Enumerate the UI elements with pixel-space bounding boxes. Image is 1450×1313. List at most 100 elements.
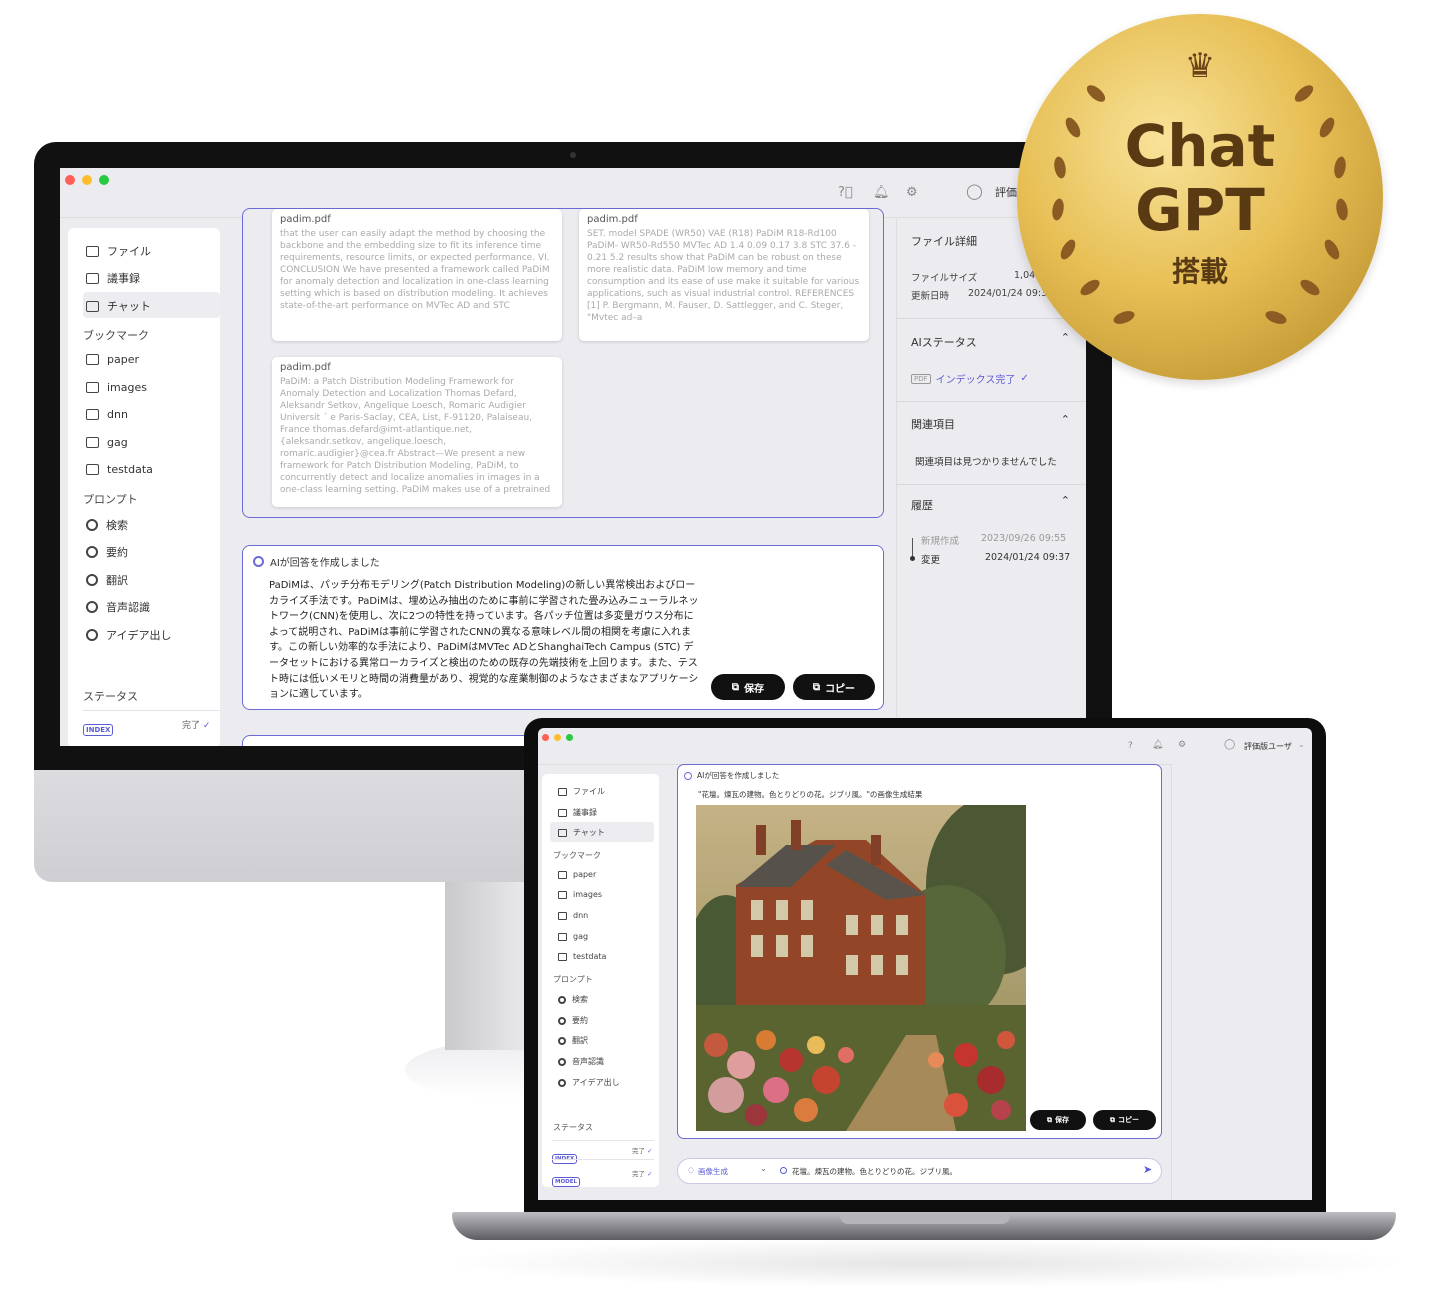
result-card[interactable]: padim.pdf PaDiM: a Patch Distribution Mo… [272, 357, 562, 507]
ai-status-heading: AIステータス [911, 336, 977, 349]
prompt-summary[interactable]: 要約 [86, 544, 128, 560]
ring-icon [558, 1036, 566, 1045]
ring-icon [86, 519, 98, 531]
sidebar-item-chat[interactable]: チャット [558, 827, 605, 838]
image-mode-icon: ◌ [688, 1166, 695, 1174]
bookmark-paper[interactable]: paper [558, 870, 596, 879]
search-results-panel: padim.pdf that the user can easily adapt… [242, 208, 884, 518]
chat-main: padim.pdf that the user can easily adapt… [242, 208, 886, 746]
ring-icon [558, 995, 566, 1004]
generated-image[interactable] [696, 805, 1026, 1131]
gear-icon[interactable]: ⚙ [1178, 740, 1186, 750]
save-button[interactable]: ⧉ 保存 [1030, 1110, 1086, 1130]
result-snippet: that the user can easily adapt the metho… [280, 229, 550, 311]
close-window-button[interactable] [542, 734, 549, 741]
status-heading: ステータス [83, 690, 138, 703]
chevron-up-icon[interactable]: ⌃ [1061, 413, 1070, 426]
sidebar-item-minutes[interactable]: 議事録 [86, 270, 140, 286]
history-heading: 履歴 [911, 499, 933, 512]
result-title: padim.pdf [587, 214, 638, 225]
minimize-window-button[interactable] [82, 175, 92, 185]
status-model-value: 完了 ✓ [632, 1168, 653, 1178]
ring-icon [86, 629, 98, 641]
ring-icon [86, 546, 98, 558]
copy-button[interactable]: ⧉ コピー [1093, 1110, 1156, 1130]
folder-icon [558, 932, 567, 941]
folder-icon [86, 409, 99, 420]
chat-icon [558, 828, 567, 837]
bookmark-gag[interactable]: gag [86, 436, 128, 449]
maximize-window-button[interactable] [99, 175, 109, 185]
divider [897, 401, 1086, 402]
bookmark-paper[interactable]: paper [86, 353, 139, 366]
sidebar-item-chat[interactable]: チャット [86, 298, 151, 314]
bell-icon[interactable]: 🔔︎ [873, 185, 890, 200]
bookmark-testdata[interactable]: testdata [86, 463, 153, 476]
gear-icon[interactable]: ⚙ [906, 185, 918, 200]
prompt-search[interactable]: 検索 [86, 517, 128, 533]
divider [83, 710, 220, 711]
status-value: 完了 [632, 1147, 645, 1155]
chat-input[interactable]: 花壇。煉瓦の建物。色とりどりの花。ジブリ風。 [792, 1166, 957, 1177]
bookmark-testdata[interactable]: testdata [558, 952, 606, 961]
prompt-speech-recognition[interactable]: 音声認識 [558, 1056, 604, 1067]
prompt-label: 要約 [106, 546, 128, 559]
laptop-sidebar: ファイル 議事録 チャット ブックマーク paper images dnn ga… [542, 774, 659, 1187]
bookmark-dnn[interactable]: dnn [86, 408, 128, 421]
save-button[interactable]: ⧉ 保存 [711, 674, 785, 700]
sidebar-item-file[interactable]: ファイル [558, 786, 605, 797]
chevron-up-icon[interactable]: ⌃ [1061, 331, 1070, 344]
maximize-window-button[interactable] [566, 734, 573, 741]
bell-icon[interactable]: 🔔︎ [1152, 740, 1163, 750]
copy-button[interactable]: ⧉ コピー [793, 674, 875, 700]
desktop-app-window: ?⃝ 🔔︎ ⚙ ◯ 評価版 ファイル 議事録 チャット ブックマーク paper… [60, 168, 1086, 746]
bookmark-label: paper [107, 353, 139, 366]
bookmark-label: dnn [573, 911, 589, 920]
prompt-speech-recognition[interactable]: 音声認識 [86, 599, 150, 615]
index-badge: INDEX [83, 724, 114, 736]
bookmark-label: images [107, 381, 147, 394]
sidebar-item-minutes[interactable]: 議事録 [558, 807, 597, 818]
chatgpt-badge: ♛ Chat GPT 搭載 [1017, 14, 1383, 380]
updated-label: 更新日時 [911, 291, 950, 302]
ai-answer-heading-text: AIが回答を作成しました [270, 558, 380, 569]
timeline-line [912, 538, 913, 556]
timeline-dot [910, 556, 915, 561]
laptop-details-panel [1171, 764, 1312, 1200]
prompt-ideation[interactable]: アイデア出し [86, 627, 171, 643]
help-icon[interactable]: ? [1128, 741, 1133, 751]
status-value: 完了 [632, 1170, 645, 1178]
divider [552, 1140, 654, 1141]
prompt-translate[interactable]: 翻訳 [86, 572, 128, 588]
result-card[interactable]: padim.pdf that the user can easily adapt… [272, 209, 562, 341]
status-index-value: 完了 ✓ [182, 718, 210, 731]
result-card[interactable]: padim.pdf SET. model SPADE (WR50) VAE (R… [579, 209, 869, 341]
bookmark-gag[interactable]: gag [558, 932, 588, 941]
folder-icon [558, 870, 567, 879]
bookmark-images[interactable]: images [86, 381, 147, 394]
chat-input-bar[interactable]: ◌ 画像生成 ⌄ 花壇。煉瓦の建物。色とりどりの花。ジブリ風。 ➤ [677, 1158, 1162, 1184]
sidebar-item-file[interactable]: ファイル [86, 243, 151, 259]
user-avatar-icon[interactable]: ◯ [966, 182, 983, 200]
file-details-heading: ファイル詳細 [911, 235, 977, 248]
prompts-heading: プロンプト [553, 975, 593, 984]
imac-camera [570, 152, 576, 158]
prompt-translate[interactable]: 翻訳 [558, 1035, 588, 1046]
chevron-down-icon[interactable]: ⌄ [760, 1164, 767, 1173]
prompt-search[interactable]: 検索 [558, 994, 588, 1005]
help-icon[interactable]: ?⃝ [838, 185, 853, 200]
chevron-up-icon[interactable]: ⌃ [1061, 494, 1070, 507]
prompt-summary[interactable]: 要約 [558, 1015, 588, 1026]
close-window-button[interactable] [65, 175, 75, 185]
ai-answer-card: AIが回答を作成しました PaDiMは、パッチ分布モデリング(Patch Dis… [242, 545, 884, 710]
prompt-ideation[interactable]: アイデア出し [558, 1077, 620, 1088]
chevron-down-icon[interactable]: ⌄ [1298, 740, 1305, 749]
user-avatar-icon[interactable]: ◯ [1224, 739, 1235, 750]
bookmark-images[interactable]: images [558, 890, 602, 899]
bookmark-dnn[interactable]: dnn [558, 911, 588, 920]
minimize-window-button[interactable] [554, 734, 561, 741]
mode-select[interactable]: 画像生成 [698, 1166, 728, 1177]
send-icon[interactable]: ➤ [1143, 1163, 1152, 1176]
user-name[interactable]: 評価版ユーザ [1244, 741, 1292, 752]
folder-icon [558, 911, 567, 920]
